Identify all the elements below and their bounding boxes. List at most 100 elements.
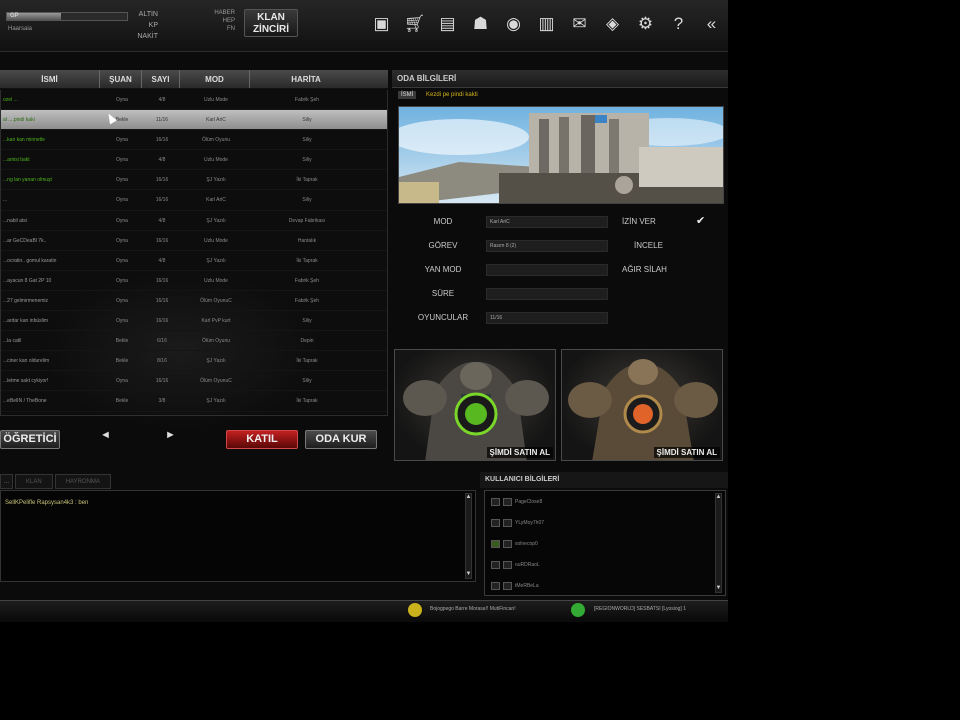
room-name: ...ciner kan oldurelim: [3, 358, 50, 365]
screenshot-icon[interactable]: ▣: [370, 12, 393, 35]
game-window: GP Haarsaia ALTIN KP NAKİT HABER HEP FN …: [0, 0, 728, 622]
room-row[interactable]: ozel ... Oyna 4/8 Uzlu Mode Fabrik Şeh: [1, 90, 387, 111]
wolf-icon[interactable]: ☗: [469, 12, 492, 35]
col-status[interactable]: ŞUAN: [100, 70, 142, 88]
user-name: ouRDRaoL: [515, 562, 540, 568]
klan-zinciri-button[interactable]: KLAN ZİNCİRİ: [244, 9, 298, 37]
room-count: 6/16: [157, 338, 167, 345]
top-bar: GP Haarsaia ALTIN KP NAKİT HABER HEP FN …: [0, 0, 728, 52]
detail-sure-value: [486, 288, 608, 300]
tab-all[interactable]: ...: [0, 474, 14, 489]
room-map: Siliy: [302, 157, 312, 164]
room-row[interactable]: ... Oyna 16/16 Karl AriC Siliy: [1, 190, 387, 211]
tab-hayronma[interactable]: HAYRONMA: [54, 474, 111, 489]
gift-icon[interactable]: ▥: [535, 12, 558, 35]
room-row[interactable]: ...ng lan yanan olmuşt Oyna 16/16 ŞJ Yazılı…: [1, 170, 387, 191]
col-name[interactable]: İSMİ: [0, 70, 100, 88]
room-status: Oyna: [116, 318, 128, 325]
incele-label[interactable]: İNCELE: [634, 241, 663, 250]
status-bar: Bojogpego Barre Morasa!! MutiFincan! [RE…: [0, 600, 728, 619]
promo-buy-label-2[interactable]: ŞİMDİ SATIN AL: [653, 447, 720, 458]
promo-card-2[interactable]: ŞİMDİ SATIN AL: [561, 349, 723, 461]
col-map[interactable]: HARİTA: [250, 70, 362, 88]
col-count[interactable]: SAYI: [142, 70, 180, 88]
room-status: Bekle: [115, 338, 129, 345]
izin-ver-check-icon[interactable]: ✔: [696, 214, 705, 227]
room-map: Siliy: [302, 137, 312, 144]
user-item[interactable]: solnecop0: [491, 540, 538, 548]
room-count: 16/16: [155, 177, 169, 184]
room-map: İki Taprak: [296, 358, 318, 365]
katil-button[interactable]: KATIL: [226, 430, 298, 449]
gear-icon[interactable]: ⚙: [634, 12, 657, 35]
room-row[interactable]: ...eBelIN / TheBone Bekle 3/8 ŞJ Yazılı İki …: [1, 391, 387, 412]
room-row[interactable]: ...ar GeCDeaBl 7k.. Oyna 16/16 Uzlu Mode Han…: [1, 231, 387, 251]
user-item[interactable]: ouRDRaoL: [491, 561, 540, 569]
notice-icon: [408, 603, 422, 617]
clan-icon: [503, 498, 512, 506]
tab-klan[interactable]: KLAN: [15, 474, 53, 489]
detail-yanmod-label: YAN MOD: [424, 265, 462, 274]
back-icon[interactable]: «: [700, 12, 723, 35]
fire-icon[interactable]: ◉: [502, 12, 525, 35]
users-scrollbar[interactable]: ▲ ▼: [715, 493, 722, 593]
room-mode: Ölüm OyunuC: [200, 297, 232, 304]
room-map: Hantalık: [297, 237, 317, 244]
help-icon[interactable]: ?: [667, 12, 690, 35]
save-icon[interactable]: ▤: [436, 12, 459, 35]
room-mode: Ölüm OyunuC: [200, 378, 232, 385]
room-row[interactable]: ...27 gelmirmenemiz Oyna 16/16 Ölüm OyunuC F…: [1, 291, 387, 312]
room-name: ...eBelIN / TheBone: [3, 398, 47, 405]
room-row[interactable]: al ....pindi kaki Bekle 11/16 Karl AriC Sili…: [1, 110, 387, 131]
ogretici-button[interactable]: ÖĞRETİCİ: [0, 430, 60, 449]
room-name: ...ar GeCDeaBl 7k..: [3, 237, 47, 244]
room-row[interactable]: ...amisi bakt Oyna 4/8 Uzlu Mode Siliy: [1, 150, 387, 171]
room-row[interactable]: ...ocratin.. gomul karatin Oyna 4/8 ŞJ Yazı…: [1, 251, 387, 271]
promo-buy-label-1[interactable]: ŞİMDİ SATIN AL: [486, 447, 553, 458]
player-nickname: Haarsaia: [8, 26, 33, 32]
cards-icon[interactable]: ◈: [601, 12, 624, 35]
user-item[interactable]: tMeRBeLa: [491, 582, 539, 590]
room-mode: ŞJ Yazılı: [206, 257, 226, 264]
room-count: 11/16: [155, 117, 169, 124]
room-count: 16/16: [155, 197, 169, 204]
klan-line1: KLAN: [257, 12, 285, 23]
room-name: ...ayacun 8 Gat 2P 10: [3, 277, 52, 284]
chat-scroll-up-icon[interactable]: ▲: [465, 494, 472, 501]
users-scroll-up-icon[interactable]: ▲: [715, 494, 722, 501]
room-row[interactable]: ...ayacun 8 Gat 2P 10 Oyna 16/16 Uzlu Mode F…: [1, 271, 387, 291]
chat-scroll-down-icon[interactable]: ▼: [465, 571, 472, 578]
klan-line2: ZİNCİRİ: [252, 24, 290, 35]
prev-page-icon[interactable]: ◄: [100, 429, 111, 441]
col-mode[interactable]: MOD: [180, 70, 250, 88]
room-count: 16/16: [155, 297, 169, 304]
room-mode: ŞJ Yazılı: [206, 398, 226, 405]
room-row[interactable]: ...kan kan minnetle Oyna 16/16 Ölüm Oyunu Si…: [1, 130, 387, 151]
room-row[interactable]: ...ardar kan inbüslim Oyna 16/16 Karl PvP k…: [1, 311, 387, 332]
user-item[interactable]: YLyMoy7h07: [491, 519, 544, 527]
chat-scrollbar[interactable]: ▲ ▼: [465, 493, 472, 579]
room-info-title: ODA BİLGİLERİ: [392, 70, 728, 88]
room-status: Oyna: [116, 257, 128, 264]
rank-icon: [491, 561, 500, 569]
online-icon: [571, 603, 585, 617]
room-count: 4/8: [158, 217, 166, 224]
mail-icon[interactable]: ✉: [568, 12, 591, 35]
room-row[interactable]: ...la catil Bekle 6/16 Ölüm Oyunu Depin: [1, 331, 387, 352]
cart-icon[interactable]: 🛒︎: [403, 12, 426, 35]
users-scroll-down-icon[interactable]: ▼: [715, 585, 722, 592]
next-page-icon[interactable]: ►: [165, 429, 176, 441]
room-row[interactable]: ...nabil atsi Oyna 4/8 ŞJ Yazılı Devap Fabri…: [1, 211, 387, 231]
room-row[interactable]: ...letme sakt cykiyor! Oyna 16/16 Ölüm Oyun…: [1, 371, 387, 392]
room-name: ...ardar kan inbüslim: [3, 318, 49, 325]
room-map: Siliy: [302, 378, 312, 385]
user-item[interactable]: PageClose8: [491, 498, 542, 506]
promo-card-1[interactable]: ŞİMDİ SATIN AL: [394, 349, 556, 461]
rank-icon: [491, 582, 500, 590]
clan-icon: [503, 519, 512, 527]
oda-kur-button[interactable]: ODA KUR: [305, 430, 377, 449]
stat2-1: HABER: [214, 10, 235, 16]
room-row[interactable]: ...ciner kan oldurelim Bekle 8/16 ŞJ Yazılı…: [1, 351, 387, 372]
room-status: Oyna: [116, 297, 128, 304]
room-count: 16/16: [155, 137, 169, 144]
